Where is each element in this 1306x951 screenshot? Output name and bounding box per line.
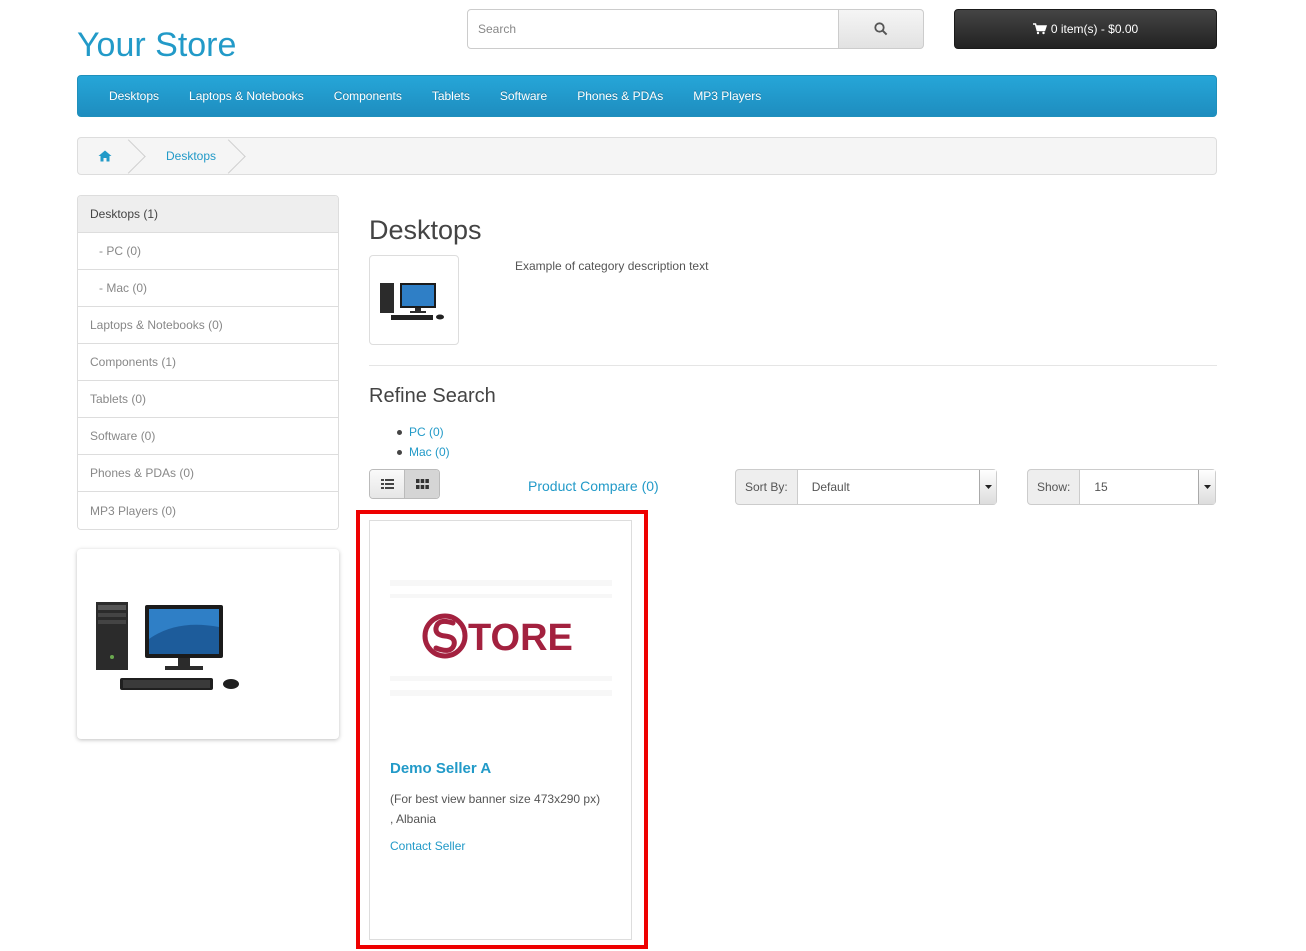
contact-seller-link[interactable]: Contact Seller xyxy=(390,839,465,853)
category-title: Desktops xyxy=(369,215,482,245)
main-menu: Desktops Laptops & Notebooks Components … xyxy=(77,75,1217,117)
sidebar-item-software[interactable]: Software (0) xyxy=(78,418,338,455)
search-input[interactable] xyxy=(467,9,839,49)
search-bar xyxy=(467,9,924,49)
sidebar-banner[interactable] xyxy=(77,549,339,739)
list-view-button[interactable] xyxy=(370,470,404,498)
refine-search-list: PC (0) Mac (0) xyxy=(397,422,450,462)
sidebar-item-desktops[interactable]: Desktops (1) xyxy=(78,196,338,233)
desktop-computer-image xyxy=(96,602,239,690)
category-thumbnail[interactable] xyxy=(369,255,459,345)
seller-card: TORE Demo Seller A (For best view banner… xyxy=(369,520,632,940)
sort-label: Sort By: xyxy=(735,469,798,505)
menu-item-desktops[interactable]: Desktops xyxy=(94,89,174,103)
show-value: 15 xyxy=(1094,480,1108,494)
seller-banner[interactable]: TORE xyxy=(390,576,612,701)
home-icon xyxy=(98,150,112,162)
menu-item-components[interactable]: Components xyxy=(319,89,417,103)
divider xyxy=(369,365,1217,366)
sort-control: Sort By: Default xyxy=(735,469,997,505)
seller-name[interactable]: Demo Seller A xyxy=(390,760,491,777)
sort-value: Default xyxy=(811,480,850,494)
sidebar-item-components[interactable]: Components (1) xyxy=(78,344,338,381)
list-icon xyxy=(380,479,394,489)
refine-search-title: Refine Search xyxy=(369,385,496,407)
desktop-thumbnail-image xyxy=(380,283,444,320)
sidebar-item-laptops[interactable]: Laptops & Notebooks (0) xyxy=(78,307,338,344)
grid-view-button[interactable] xyxy=(404,470,439,498)
menu-item-phones[interactable]: Phones & PDAs xyxy=(562,89,678,103)
search-button[interactable] xyxy=(839,9,924,49)
store-logo-image: TORE xyxy=(390,580,612,696)
sidebar-item-mp3[interactable]: MP3 Players (0) xyxy=(78,492,338,529)
sidebar-item-tablets[interactable]: Tablets (0) xyxy=(78,381,338,418)
dropdown-arrow-icon xyxy=(1198,470,1215,504)
seller-location: , Albania xyxy=(390,812,437,826)
list-item: Mac (0) xyxy=(397,442,450,462)
menu-item-laptops[interactable]: Laptops & Notebooks xyxy=(174,89,319,103)
breadcrumb: Desktops xyxy=(77,137,1217,175)
show-select[interactable]: 15 xyxy=(1080,469,1216,505)
sidebar-item-mac[interactable]: - Mac (0) xyxy=(78,270,338,307)
menu-item-software[interactable]: Software xyxy=(485,89,562,103)
cart-total: 0 item(s) - $0.00 xyxy=(1050,22,1139,36)
search-icon xyxy=(874,22,888,36)
refine-link-mac[interactable]: Mac (0) xyxy=(409,445,450,459)
shopping-cart-icon xyxy=(1032,23,1047,35)
view-toggle xyxy=(369,469,440,499)
menu-item-mp3[interactable]: MP3 Players xyxy=(678,89,776,103)
breadcrumb-item-desktops[interactable]: Desktops xyxy=(134,138,234,174)
product-compare-link[interactable]: Product Compare (0) xyxy=(528,478,659,494)
category-description: Example of category description text xyxy=(515,259,709,273)
sidebar-item-pc[interactable]: - PC (0) xyxy=(78,233,338,270)
refine-link-pc[interactable]: PC (0) xyxy=(409,425,444,439)
menu-item-tablets[interactable]: Tablets xyxy=(417,89,485,103)
seller-description: (For best view banner size 473x290 px) ,… xyxy=(390,789,620,829)
seller-description-text: (For best view banner size 473x290 px) xyxy=(390,792,601,806)
grid-icon xyxy=(415,479,429,489)
list-item: PC (0) xyxy=(397,422,450,442)
sidebar-item-phones[interactable]: Phones & PDAs (0) xyxy=(78,455,338,492)
category-sidebar: Desktops (1) - PC (0) - Mac (0) Laptops … xyxy=(77,195,339,530)
show-label: Show: xyxy=(1027,469,1081,505)
dropdown-arrow-icon xyxy=(979,470,996,504)
cart-button[interactable]: 0 item(s) - $0.00 xyxy=(954,9,1217,49)
store-logo[interactable]: Your Store xyxy=(77,26,236,65)
show-control: Show: 15 xyxy=(1027,469,1216,505)
breadcrumb-home[interactable] xyxy=(78,138,134,174)
store-logo-text: TORE xyxy=(468,617,573,659)
breadcrumb-link[interactable]: Desktops xyxy=(166,149,216,163)
sort-select[interactable]: Default xyxy=(797,469,997,505)
